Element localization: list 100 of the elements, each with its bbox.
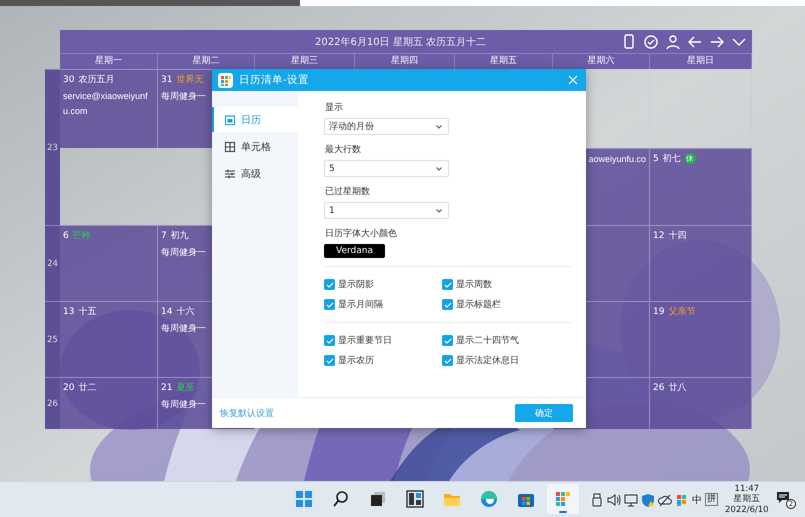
lunar-label: 十六 bbox=[176, 306, 194, 318]
field-label: 日历字体大小颜色 bbox=[325, 228, 397, 240]
day-number: 5 bbox=[653, 154, 659, 164]
dropdown-field[interactable]: 浮动的月份 bbox=[324, 118, 449, 135]
widgets-icon bbox=[406, 490, 424, 508]
checkbox-label: 显示重要节日 bbox=[338, 334, 392, 347]
lunar-label: 夏至 bbox=[176, 382, 194, 394]
input-method-indicator[interactable]: 拼 bbox=[705, 493, 718, 506]
day-number: 12 bbox=[653, 230, 664, 240]
person-icon[interactable] bbox=[665, 34, 680, 49]
day-number: 14 bbox=[161, 306, 172, 316]
checkbox-label: 显示农历 bbox=[338, 354, 374, 367]
day-number: 30 bbox=[63, 74, 74, 84]
checkbox[interactable] bbox=[324, 279, 335, 290]
field-label: 显示 bbox=[325, 102, 343, 114]
arrow-right-icon[interactable] bbox=[709, 34, 724, 49]
sidebar-tab[interactable]: 高级 bbox=[212, 161, 298, 186]
calendar-cell[interactable]: 12 十四 bbox=[650, 225, 752, 301]
checkbox-label: 显示周数 bbox=[456, 278, 492, 291]
sidebar-tab[interactable]: 日历 bbox=[212, 107, 298, 132]
taskbar-clock[interactable]: 11:47 星期五 2022/6/10 bbox=[725, 484, 769, 516]
grid-icon bbox=[224, 140, 236, 152]
notification-icon[interactable] bbox=[776, 491, 790, 504]
lunar-label: 廿二 bbox=[78, 382, 96, 394]
calendar-date-title: 2022年6月10日 星期五 农历五月十二 bbox=[314, 36, 487, 48]
day-number: 21 bbox=[161, 382, 172, 392]
close-icon[interactable] bbox=[568, 75, 578, 85]
event-text: 每周健身一 bbox=[161, 322, 206, 335]
event-text: aoweiyunfu.co bbox=[588, 153, 646, 166]
day-number: 31 bbox=[161, 74, 172, 84]
calendar-cell[interactable]: 20 廿二 bbox=[60, 377, 158, 429]
event-text: service@xiaoweiyunfu.com bbox=[63, 90, 149, 118]
volume-icon[interactable] bbox=[607, 492, 621, 506]
week-number: 24 bbox=[45, 225, 60, 301]
arrow-left-icon[interactable] bbox=[687, 34, 702, 49]
checkbox-label: 显示月间隔 bbox=[338, 298, 383, 311]
active-indicator bbox=[559, 511, 567, 513]
week-number: 26 bbox=[45, 377, 60, 429]
cloud-icon[interactable] bbox=[658, 492, 672, 506]
checkbox[interactable] bbox=[324, 355, 335, 366]
day-number: 7 bbox=[161, 230, 167, 240]
lunar-label: 初九 bbox=[170, 230, 189, 242]
lunar-label: 廿八 bbox=[668, 382, 686, 394]
lunar-label: 十四 bbox=[668, 230, 686, 242]
field-label: 已过星期数 bbox=[325, 186, 370, 198]
lunar-label: 十五 bbox=[78, 306, 96, 318]
lunar-label: 农历五月 bbox=[78, 74, 114, 86]
calendar-icon bbox=[224, 114, 236, 126]
checkbox[interactable] bbox=[442, 299, 453, 310]
search-icon bbox=[332, 490, 350, 508]
checkbox[interactable] bbox=[442, 355, 453, 366]
app-logo-icon bbox=[218, 72, 233, 88]
clock-weekday: 星期五 bbox=[733, 494, 760, 505]
calendar-app-icon bbox=[554, 490, 572, 508]
network-icon[interactable] bbox=[624, 492, 638, 506]
caret-icon bbox=[436, 166, 442, 170]
calendar-cell[interactable]: 30 农历五月 service@xiaoweiyunfu.com bbox=[60, 69, 158, 148]
input-mode-indicator[interactable]: 中 bbox=[692, 492, 702, 506]
week-number: 25 bbox=[45, 301, 60, 377]
lunar-label: 父亲节 bbox=[668, 306, 696, 318]
dropdown-field[interactable]: 5 bbox=[324, 160, 449, 177]
calendar-cell[interactable]: 6 芒种 bbox=[60, 225, 158, 301]
calendar-app-button[interactable] bbox=[547, 484, 579, 514]
caret-icon bbox=[436, 208, 442, 212]
clock-time: 11:47 bbox=[734, 484, 760, 494]
lunar-label: 世界无 bbox=[176, 74, 204, 86]
day-number: 20 bbox=[63, 382, 74, 392]
caret-icon bbox=[436, 124, 442, 128]
checkbox-label: 显示二十四节气 bbox=[456, 334, 519, 347]
day-number: 26 bbox=[653, 382, 664, 392]
checkbox[interactable] bbox=[324, 299, 335, 310]
checkbox-label: 显示阴影 bbox=[338, 278, 374, 291]
browser-icon bbox=[480, 490, 498, 508]
day-number: 13 bbox=[63, 306, 74, 316]
calendar-cell[interactable]: 26 廿八 bbox=[650, 377, 752, 429]
checkbox-label: 显示法定休息日 bbox=[456, 354, 519, 367]
clock-date: 2022/6/10 bbox=[725, 504, 769, 516]
usb-drive-icon[interactable] bbox=[590, 492, 604, 506]
dropdown-field[interactable]: 1 bbox=[324, 202, 449, 219]
calendar-cell[interactable]: 19 父亲节 bbox=[650, 301, 752, 377]
font-button[interactable]: Verdana bbox=[324, 244, 385, 258]
lunar-label: 芒种 bbox=[72, 230, 91, 242]
day-number: 19 bbox=[653, 306, 664, 316]
lunar-label: 初七 bbox=[662, 152, 681, 165]
checkbox[interactable] bbox=[324, 335, 335, 346]
check-circle-icon[interactable] bbox=[643, 34, 658, 49]
weekday-header: 星期日 bbox=[650, 54, 752, 69]
field-label: 最大行数 bbox=[325, 144, 361, 156]
task-view-icon bbox=[369, 490, 387, 508]
start-icon bbox=[295, 490, 313, 508]
day-number: 6 bbox=[63, 230, 69, 240]
week-number: 23 bbox=[45, 69, 60, 225]
event-text: 每周健身一 bbox=[161, 398, 206, 411]
event-text: 每周健身一 bbox=[161, 90, 206, 103]
checkbox-label: 显示标题栏 bbox=[456, 298, 501, 311]
checkbox[interactable] bbox=[442, 279, 453, 290]
calendar-cell[interactable]: 13 十五 bbox=[60, 301, 158, 377]
checkbox[interactable] bbox=[442, 335, 453, 346]
event-text: 每周健身一 bbox=[161, 246, 206, 259]
sliders-icon bbox=[224, 168, 236, 180]
